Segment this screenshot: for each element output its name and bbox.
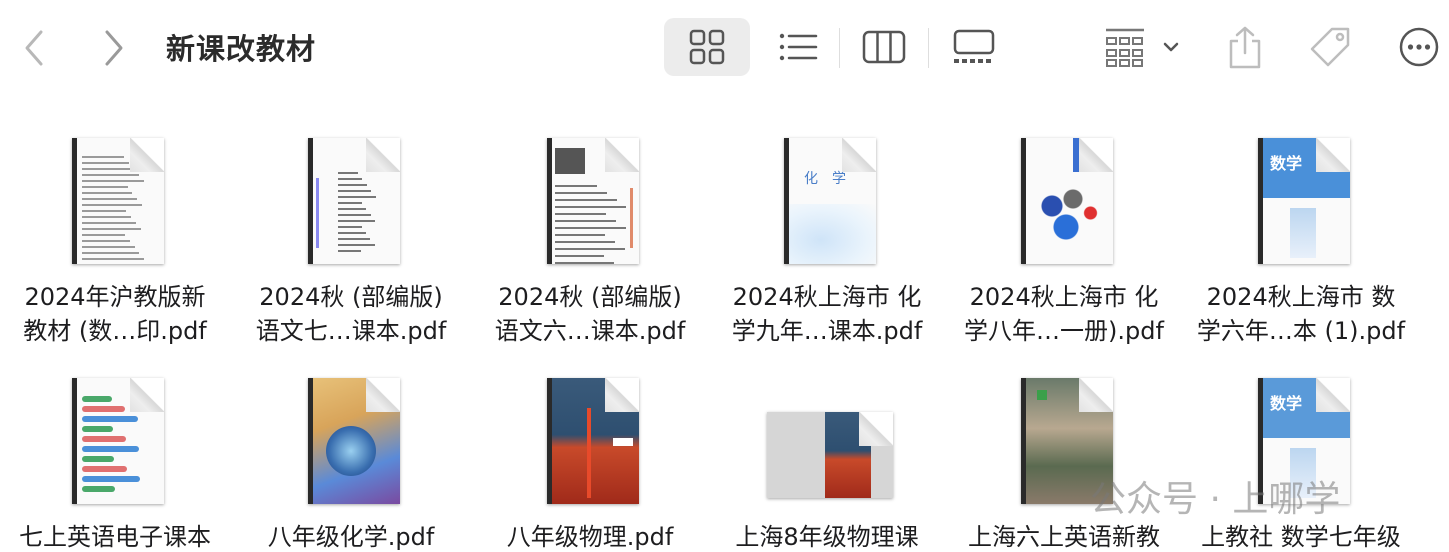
file-thumbnail [233, 120, 469, 280]
file-item[interactable]: 2024秋 (部编版) 语文六…课本.pdf [472, 120, 708, 348]
file-name-line-2: 学九年…课本.pdf [731, 317, 923, 345]
file-name-line-1: 2024秋上海市 化 [969, 283, 1159, 311]
watermark: 公众号 · 上哪学 [1090, 479, 1341, 520]
chevron-right-icon [105, 30, 123, 66]
file-item[interactable]: 八年级物理.pdf [472, 360, 708, 552]
file-thumbnail [233, 360, 469, 520]
file-name-line-1: 七上英语电子课本 [19, 523, 211, 551]
file-name-line-2: 学六年…本 (1).pdf [1196, 317, 1406, 345]
file-item[interactable]: 上海8年级物理课 [709, 360, 945, 552]
more-icon [1399, 27, 1439, 67]
file-item[interactable]: 2024秋上海市 化学八年…一册).pdf [946, 120, 1182, 348]
file-name-line-1: 八年级化学.pdf [267, 523, 435, 551]
gallery-view-icon [953, 29, 995, 63]
file-item[interactable]: 数学 2024秋上海市 数学六年…本 (1).pdf [1183, 120, 1419, 348]
group-icon [1106, 28, 1144, 67]
file-name-line-1: 2024秋上海市 数 [1206, 283, 1396, 311]
file-thumbnail [472, 120, 708, 280]
chevron-left-icon [25, 30, 43, 66]
list-view-button[interactable] [770, 18, 826, 76]
file-name-line-2: 语文七…课本.pdf [255, 317, 447, 345]
file-name-line-2: 语文六…课本.pdf [494, 317, 686, 345]
file-name-line-1: 2024秋 (部编版) [498, 283, 682, 311]
file-thumbnail [946, 120, 1182, 280]
tag-button[interactable] [1304, 20, 1356, 74]
more-button[interactable] [1394, 20, 1444, 74]
pdf-document-icon [308, 378, 400, 504]
toolbar-divider [839, 28, 840, 68]
forward-button[interactable] [94, 28, 134, 68]
toolbar-divider [928, 28, 929, 68]
pdf-document-icon [1021, 138, 1113, 264]
share-button[interactable] [1222, 20, 1268, 74]
file-thumbnail [0, 120, 233, 280]
file-name-line-1: 2024秋上海市 化 [732, 283, 922, 311]
column-view-icon [862, 30, 906, 64]
file-item[interactable]: 化学 2024秋上海市 化学九年…课本.pdf [709, 120, 945, 348]
file-item[interactable]: 2024年沪教版新 教材 (数…印.pdf [0, 120, 233, 348]
file-thumbnail [472, 360, 708, 520]
pdf-document-icon [72, 378, 164, 504]
chevron-down-icon [1163, 42, 1179, 52]
file-thumbnail: 数学 [1183, 120, 1419, 280]
share-icon [1229, 26, 1261, 69]
pdf-document-icon [547, 138, 639, 264]
file-name-line-1: 上教社 数学七年级 [1201, 523, 1401, 551]
pdf-document-icon [72, 138, 164, 264]
file-thumbnail [0, 360, 233, 520]
file-name-line-1: 上海六上英语新教 [968, 523, 1160, 551]
icon-view-button[interactable] [664, 18, 750, 76]
pdf-document-icon: 数学 [1258, 138, 1350, 264]
pdf-document-icon: 化学 [784, 138, 876, 264]
grid-view-icon [689, 29, 725, 65]
file-item[interactable]: 数学 上教社 数学七年级 [1183, 360, 1419, 552]
file-item[interactable]: 七上英语电子课本 [0, 360, 233, 552]
gallery-view-button[interactable] [944, 18, 1004, 76]
list-view-icon [779, 33, 818, 61]
file-item[interactable]: 八年级化学.pdf [233, 360, 469, 552]
file-item[interactable]: 上海六上英语新教 [946, 360, 1182, 552]
file-name-line-2: 学八年…一册).pdf [964, 317, 1164, 345]
file-item[interactable]: 2024秋 (部编版) 语文七…课本.pdf [233, 120, 469, 348]
group-by-button[interactable] [1100, 20, 1184, 74]
finder-toolbar: 新课改教材 [0, 0, 1449, 96]
file-name-line-1: 2024年沪教版新 [24, 283, 206, 311]
pdf-document-icon [767, 412, 893, 498]
file-thumbnail [709, 360, 945, 520]
pdf-document-icon [547, 378, 639, 504]
tag-icon [1310, 27, 1350, 67]
column-view-button[interactable] [856, 18, 912, 76]
window-title: 新课改教材 [166, 32, 317, 66]
file-name-line-1: 八年级物理.pdf [506, 523, 674, 551]
back-button[interactable] [14, 28, 54, 68]
file-name-line-2: 教材 (数…印.pdf [23, 317, 207, 345]
file-name-line-1: 2024秋 (部编版) [259, 283, 443, 311]
file-name-line-1: 上海8年级物理课 [735, 523, 919, 551]
file-thumbnail: 化学 [709, 120, 945, 280]
pdf-document-icon [308, 138, 400, 264]
